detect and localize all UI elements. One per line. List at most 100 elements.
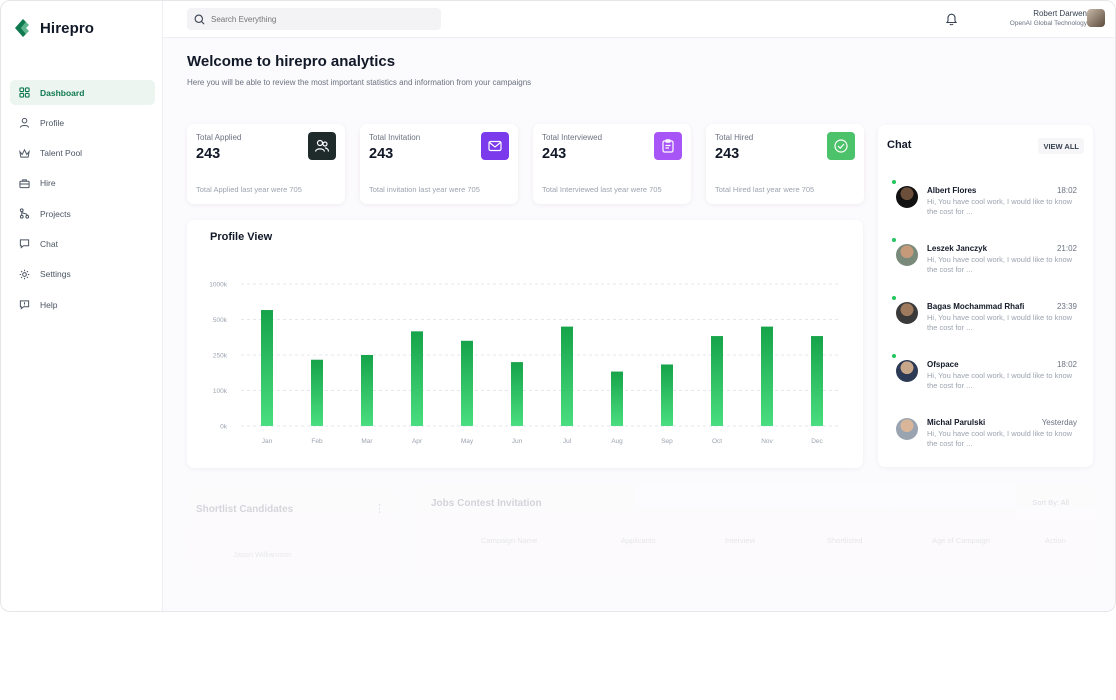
search-icon — [194, 14, 205, 24]
stat-footer: Total Applied last year were 705 — [196, 185, 302, 194]
sidebar-item-talent-pool[interactable]: Talent Pool — [10, 141, 155, 166]
search-box[interactable] — [187, 8, 441, 30]
sidebar-item-label: Chat — [40, 238, 58, 249]
chat-message[interactable]: Bagas Mochammad Rhafi 23:39 Hi, You have… — [887, 296, 1087, 344]
sidebar-item-chat[interactable]: Chat — [10, 231, 155, 256]
chat-sender: Leszek Janczyk — [927, 244, 988, 253]
chat-preview: Hi, You have cool work, I would like to … — [927, 255, 1073, 274]
jobs-title: Jobs Contest Invitation — [431, 498, 542, 509]
dashboard-icon — [19, 87, 30, 98]
check-circle-icon — [827, 132, 855, 160]
page-subtitle: Here you will be able to review the most… — [187, 78, 532, 87]
chat-message[interactable]: Albert Flores 18:02 Hi, You have cool wo… — [887, 180, 1087, 228]
sidebar-item-label: Talent Pool — [40, 148, 83, 159]
online-indicator — [892, 238, 896, 242]
sidebar: Hirepro Dashboard Profile Talent Pool Hi… — [1, 1, 163, 611]
sidebar-item-help[interactable]: Help — [10, 292, 155, 317]
user-org: OpenAI Global Technology — [1009, 20, 1087, 27]
crown-icon — [19, 148, 30, 158]
sidebar-item-dashboard[interactable]: Dashboard — [10, 80, 155, 105]
x-tick-label: Mar — [361, 438, 373, 445]
column-header: Age of Campaign — [932, 536, 990, 545]
stat-footer: Total invitation last year were 705 — [369, 185, 480, 194]
bar-may[interactable] — [461, 340, 473, 426]
chat-time: 18:02 — [1056, 186, 1077, 195]
stat-title: Total Invitation — [369, 133, 421, 142]
envelope-icon — [481, 132, 509, 160]
user-name: Robert Darwen — [1033, 9, 1087, 18]
bar-sep[interactable] — [661, 364, 673, 426]
stat-card-total-applied[interactable]: Total Applied 243 Total Applied last yea… — [187, 124, 345, 204]
bar-nov[interactable] — [761, 326, 773, 426]
x-tick-label: Jul — [563, 438, 572, 445]
sidebar-item-settings[interactable]: Settings — [10, 262, 155, 287]
stat-card-total-hired[interactable]: Total Hired 243 Total Hired last year we… — [706, 124, 864, 204]
welcome-section: Welcome to hirepro analytics Here you wi… — [187, 53, 531, 87]
avatar[interactable] — [1087, 9, 1105, 27]
stat-card-total-invitation[interactable]: Total Invitation 243 Total invitation la… — [360, 124, 518, 204]
stat-title: Total Interviewed — [542, 133, 603, 142]
stat-value: 243 — [369, 146, 394, 162]
avatar — [896, 302, 918, 324]
search-input[interactable] — [211, 14, 431, 24]
bar-jul[interactable] — [561, 326, 573, 426]
y-tick-label: 250k — [213, 353, 228, 360]
online-indicator — [892, 296, 896, 300]
bell-icon[interactable] — [945, 12, 958, 26]
sidebar-item-label: Hire — [40, 178, 56, 189]
x-tick-label: Jun — [512, 438, 523, 445]
stat-card-total-interviewed[interactable]: Total Interviewed 243 Total Interviewed … — [533, 124, 691, 204]
chat-preview: Hi, You have cool work, I would like to … — [927, 429, 1073, 448]
more-options-icon[interactable]: ⋮ — [374, 502, 385, 515]
column-header: Campaign Name — [481, 536, 538, 545]
bar-feb[interactable] — [311, 359, 323, 426]
sidebar-item-label: Profile — [40, 117, 65, 128]
x-tick-label: Dec — [811, 438, 823, 445]
profile-view-chart-card: Profile View 0k 100k 250k 500k 1000k Jan Feb Ma… — [187, 220, 863, 468]
chat-message[interactable]: Ofspace 18:02 Hi, You have cool work, I … — [887, 354, 1087, 402]
sidebar-item-projects[interactable]: Projects — [10, 201, 155, 226]
sort-dropdown[interactable]: Sort By: All — [1032, 498, 1069, 507]
jobs-contest-invitation-card: Jobs Contest Invitation Sort By: All Cam… — [417, 484, 1095, 611]
shortlist-candidates-card: Shortlist Candidates ⋮ Jason Williamson — [187, 489, 399, 611]
avatar — [896, 244, 918, 266]
page-title: Welcome to hirepro analytics — [187, 53, 396, 70]
chat-preview: Hi, You have cool work, I would like to … — [927, 371, 1073, 390]
briefcase-icon — [19, 179, 30, 189]
candidate-name: Jason Williamson — [233, 550, 292, 559]
avatar — [896, 418, 918, 440]
stat-value: 243 — [542, 146, 567, 162]
chat-message[interactable]: Leszek Janczyk 21:02 Hi, You have cool w… — [887, 238, 1087, 286]
stat-footer: Total Interviewed last year were 705 — [542, 185, 662, 194]
x-tick-label: Oct — [712, 438, 722, 445]
column-header: Shortlisted — [827, 536, 863, 545]
online-indicator — [892, 180, 896, 184]
bar-oct[interactable] — [711, 336, 723, 426]
brand-logo[interactable]: Hirepro — [13, 18, 94, 38]
y-tick-label: 500k — [213, 317, 228, 324]
sidebar-item-hire[interactable]: Hire — [10, 171, 155, 196]
sidebar-item-label: Help — [40, 299, 58, 310]
shortlist-title: Shortlist Candidates — [196, 504, 294, 515]
y-tick-label: 0k — [220, 424, 228, 431]
online-indicator — [892, 354, 896, 358]
clipboard-icon — [654, 132, 682, 160]
bar-mar[interactable] — [361, 355, 373, 426]
chat-bubble-icon — [19, 239, 30, 250]
bar-aug[interactable] — [611, 371, 623, 426]
bar-apr[interactable] — [411, 331, 423, 426]
sidebar-item-label: Projects — [40, 208, 71, 219]
chat-message[interactable]: Michal Parulski Yesterday Hi, You have c… — [887, 416, 1087, 460]
user-icon — [19, 118, 30, 129]
bar-jan[interactable] — [261, 310, 273, 426]
bar-jun[interactable] — [511, 362, 523, 426]
user-info[interactable]: Robert Darwen OpenAI Global Technology — [1010, 9, 1087, 27]
x-tick-label: May — [461, 438, 474, 445]
chat-sender: Bagas Mochammad Rhafi — [927, 302, 1025, 311]
sidebar-item-label: Settings — [40, 269, 71, 280]
column-header: Applicants — [621, 536, 656, 545]
users-icon — [308, 132, 336, 160]
view-all-button[interactable]: VIEW ALL — [1038, 138, 1084, 154]
sidebar-item-profile[interactable]: Profile — [10, 110, 155, 135]
bar-dec[interactable] — [811, 336, 823, 426]
